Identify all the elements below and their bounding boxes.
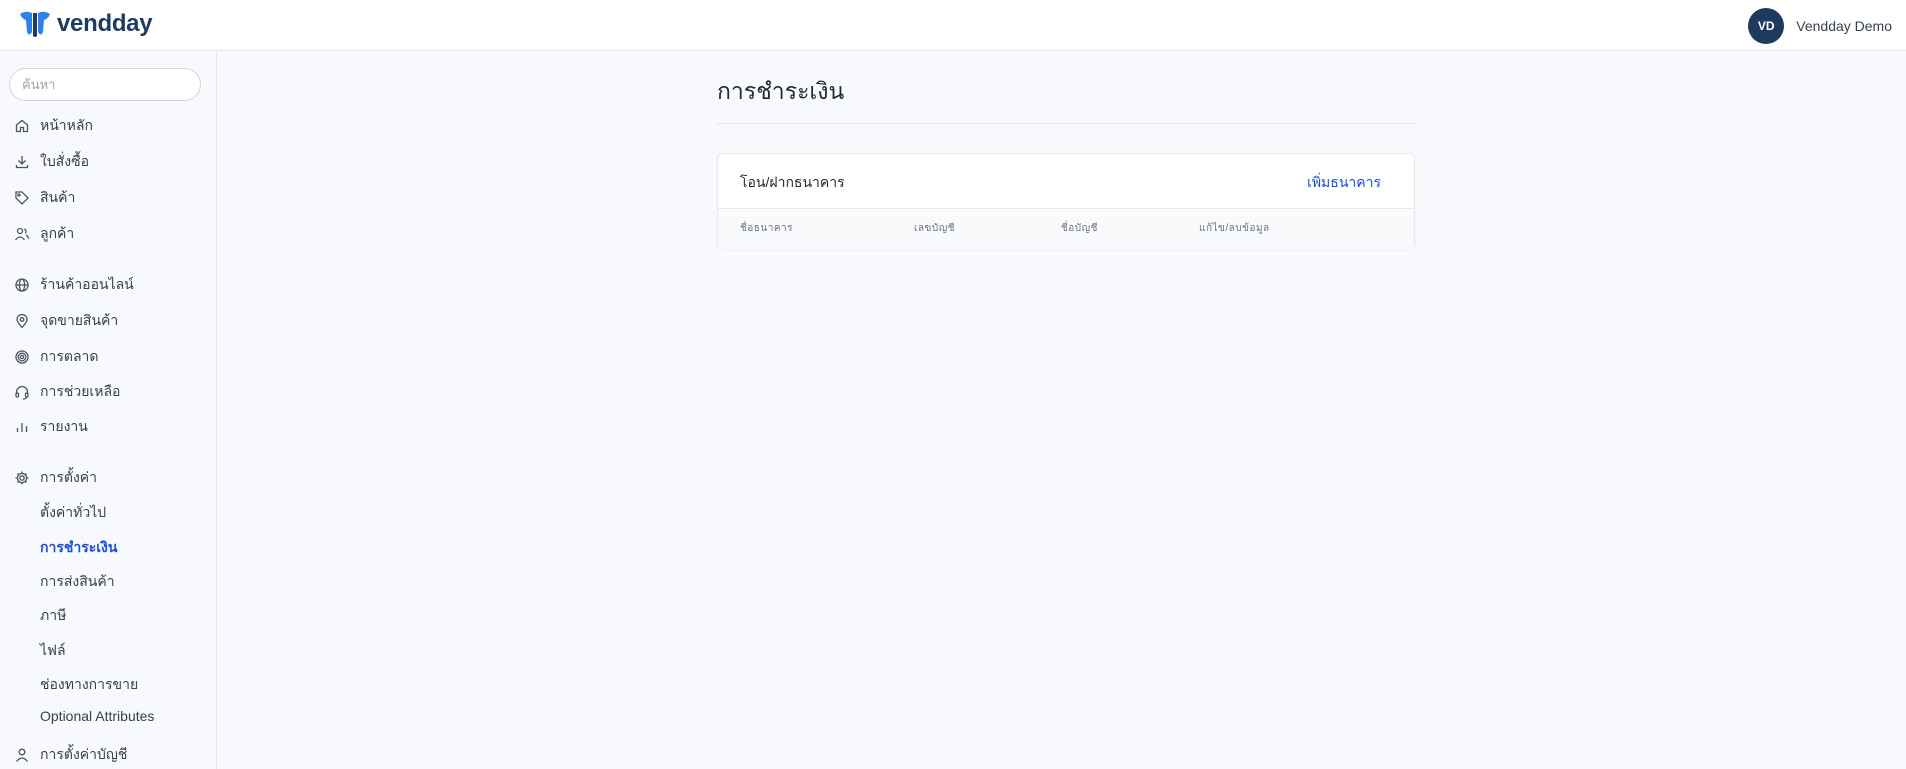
sidebar-item-orders[interactable]: ใบสั่งซื้อ [14,151,89,173]
gear-icon [15,471,29,485]
sidebar-subitem-general[interactable]: ตั้งค่าทั่วไป [40,502,106,524]
sidebar-item-settings[interactable]: การตั้งค่า [14,467,97,489]
sidebar-item-label: จุดขายสินค้า [40,312,119,328]
home-icon [15,119,29,133]
sidebar-item-products[interactable]: สินค้า [14,187,75,209]
logo-text: vendday [57,10,153,37]
sidebar-subitem-sales-channels[interactable]: ช่องทางการขาย [40,674,138,696]
top-bar: vendday VD Vendday Demo [0,0,1906,51]
sidebar-subitem-files[interactable]: ไฟล์ [40,640,66,662]
sidebar-item-reports[interactable]: รายงาน [14,416,88,438]
sidebar-item-home[interactable]: หน้าหลัก [14,115,93,137]
page-title: การชำระเงิน [717,78,845,104]
sidebar-subitem-tax[interactable]: ภาษี [40,605,66,627]
sidebar-item-online-store[interactable]: ร้านค้าออนไลน์ [14,274,134,296]
sidebar-item-support[interactable]: การช่วยเหลือ [14,381,120,403]
map-pin-icon [16,313,28,329]
bar-chart-icon [16,423,28,432]
sidebar-item-label: สินค้า [40,189,76,205]
column-header-bank-name: ชื่อธนาคาร [740,223,794,234]
bank-transfer-card: โอน/ฝากธนาคาร เพิ่มธนาคาร ชื่อธนาคาร เลข… [717,153,1415,249]
sidebar-subitem-optional-attributes[interactable]: Optional Attributes [40,708,154,724]
sidebar-item-marketing[interactable]: การตลาด [14,346,98,368]
avatar[interactable]: VD [1748,8,1785,44]
column-header-edit-delete: แก้ไข/ลบข้อมูล [1199,223,1270,234]
sidebar-item-label: ร้านค้าออนไลน์ [40,276,134,292]
sidebar-item-pos[interactable]: จุดขายสินค้า [14,310,118,332]
sidebar-item-label: การช่วยเหลือ [40,383,121,399]
sidebar-item-label: การตั้งค่า [40,469,98,485]
sidebar-item-label: การตลาด [40,348,99,364]
sidebar-item-label: การตั้งค่าบัญชี [40,746,128,762]
user-name[interactable]: Vendday Demo [1796,18,1892,34]
sidebar-item-label: ลูกค้า [40,225,75,241]
logo-icon [20,11,50,37]
headset-icon [15,385,29,400]
sidebar-item-customers[interactable]: ลูกค้า [14,223,74,245]
tag-icon [15,191,29,205]
sidebar-item-account-settings[interactable]: การตั้งค่าบัญชี [14,744,127,766]
logo[interactable]: vendday [18,10,153,38]
table-header: ชื่อธนาคาร เลขบัญชี ชื่อบัญชี แก้ไข/ลบข้… [718,208,1414,249]
target-icon [15,350,29,364]
download-icon [15,156,29,169]
sidebar-item-label: หน้าหลัก [40,117,93,133]
sidebar: หน้าหลัก ใบสั่งซื้อ สินค้า ลูกค้า ร้านค้… [0,51,217,769]
search-input[interactable] [9,68,201,101]
sidebar-item-label: รายงาน [40,418,88,434]
users-icon [14,227,30,241]
sidebar-item-label: ใบสั่งซื้อ [40,153,90,169]
user-icon [15,748,29,762]
user-menu[interactable]: VD Vendday Demo [1748,8,1892,44]
sidebar-subitem-shipping[interactable]: การส่งสินค้า [40,571,115,593]
add-bank-button[interactable]: เพิ่มธนาคาร [1307,172,1381,194]
sidebar-subitem-payment[interactable]: การชำระเงิน [40,537,117,559]
column-header-account-name: ชื่อบัญชี [1061,223,1098,234]
divider [717,123,1415,124]
card-title: โอน/ฝากธนาคาร [740,174,845,190]
column-header-account-number: เลขบัญชี [914,223,956,234]
globe-icon [15,278,29,292]
